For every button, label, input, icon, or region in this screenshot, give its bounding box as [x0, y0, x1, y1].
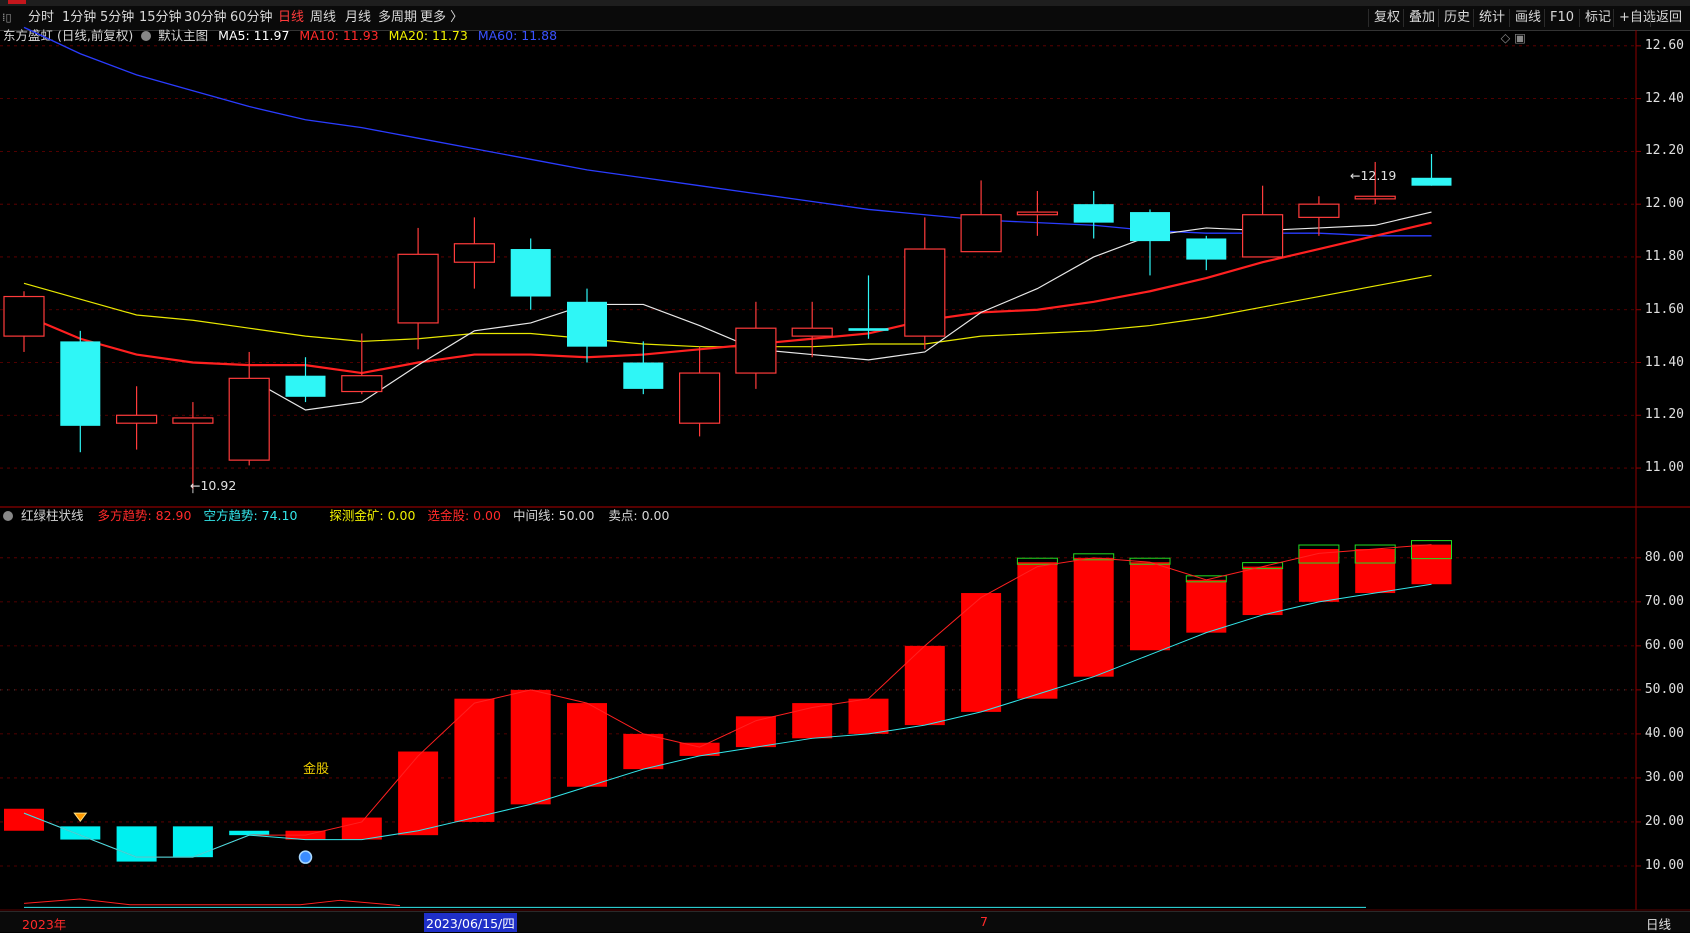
- candle-body-up: [172, 417, 214, 424]
- crosshair-date-label: 2023/06/15/四: [424, 913, 517, 932]
- indicator-bar: [1130, 562, 1170, 651]
- price-axis-label: 11.20: [1644, 407, 1684, 423]
- candle-body-down: [1411, 177, 1452, 186]
- indicator-bar: [341, 817, 382, 840]
- candle-body-down: [1186, 238, 1227, 260]
- price-axis-label: 12.20: [1644, 143, 1684, 159]
- indicator-bar: [1186, 579, 1227, 633]
- diamond-signal-icon: [73, 812, 88, 822]
- gold-stock-signal-label: 金股: [303, 762, 330, 777]
- indicator-axis-label: 40.00: [1644, 725, 1684, 741]
- indicator-bar: [904, 645, 945, 726]
- candle-body-up: [228, 377, 270, 461]
- candle-body-up: [678, 372, 721, 424]
- candle-body-down: [1073, 204, 1114, 223]
- candle-body-up: [1298, 203, 1340, 218]
- indicator-axis-label: 80.00: [1644, 549, 1684, 565]
- indicator-bar: [1411, 544, 1452, 585]
- candle-body-up: [791, 327, 833, 337]
- candle-body-up: [1016, 211, 1059, 216]
- indicator-axis-label: 10.00: [1644, 857, 1684, 873]
- indicator-axis-label: 50.00: [1644, 681, 1684, 697]
- indicator-bar: [567, 703, 607, 787]
- ma20-line: [23, 274, 1432, 348]
- candle-body-down: [848, 328, 889, 331]
- candle-body-up: [3, 295, 45, 337]
- indicator-bar: [1242, 566, 1283, 616]
- month-label: 7: [980, 914, 988, 929]
- indicator-bar: [623, 733, 664, 770]
- year-label: 2023年: [22, 917, 67, 932]
- candle-body-down: [60, 341, 101, 426]
- candle-body-down: [1130, 212, 1170, 242]
- indicator-bar: [454, 698, 495, 822]
- zero-line-red: [23, 898, 401, 907]
- indicator-bar: [792, 703, 833, 739]
- indicator-axis-label: 70.00: [1644, 593, 1684, 609]
- candle-body-down: [510, 249, 551, 297]
- high-annotation: ←12.19: [1350, 168, 1397, 183]
- candle-body-up: [341, 375, 383, 393]
- candle-body-up: [904, 248, 946, 337]
- candle-body-up: [453, 243, 495, 263]
- candle-body-up: [397, 253, 439, 324]
- indicator-bar: [60, 826, 101, 840]
- indicator-bar: [848, 698, 889, 734]
- indicator-bar: [510, 689, 551, 805]
- indicator-bar: [961, 593, 1002, 712]
- candle-body-up: [115, 414, 158, 424]
- price-axis-label: 12.00: [1644, 196, 1684, 212]
- indicator-bar: [116, 826, 157, 862]
- price-axis-label: 11.80: [1644, 248, 1684, 264]
- indicator-bar: [1355, 549, 1396, 594]
- candle-body-up: [960, 214, 1002, 253]
- candle-body-up: [1241, 214, 1284, 258]
- price-axis-label: 11.00: [1644, 460, 1684, 476]
- indicator-bar: [1017, 562, 1058, 699]
- indicator-axis-label: 30.00: [1644, 769, 1684, 785]
- price-axis-label: 12.40: [1644, 90, 1684, 106]
- candle-body-up: [735, 327, 777, 374]
- candle-body-up: [1354, 195, 1396, 200]
- indicator-bar: [1073, 557, 1114, 677]
- time-axis-bar: 2023年 2023/06/15/四 7 日线: [0, 911, 1690, 932]
- indicator-bar: [398, 751, 439, 836]
- candle-body-down: [285, 375, 326, 397]
- indicator-bar: [229, 830, 270, 836]
- indicator-axis-label: 60.00: [1644, 637, 1684, 653]
- indicator-bar: [172, 826, 213, 858]
- price-axis-label: 11.40: [1644, 354, 1684, 370]
- candle-body-down: [623, 362, 664, 389]
- kline-chart[interactable]: [0, 0, 1690, 931]
- indicator-bar: [4, 808, 44, 831]
- low-annotation: ←10.92: [190, 478, 237, 493]
- indicator-axis-label: 20.00: [1644, 813, 1684, 829]
- blue-ball-signal-icon: [298, 850, 313, 864]
- period-indicator[interactable]: 日线: [1646, 914, 1671, 933]
- price-axis-label: 12.60: [1644, 37, 1684, 53]
- candle-body-down: [567, 301, 607, 347]
- price-axis-label: 11.60: [1644, 301, 1684, 317]
